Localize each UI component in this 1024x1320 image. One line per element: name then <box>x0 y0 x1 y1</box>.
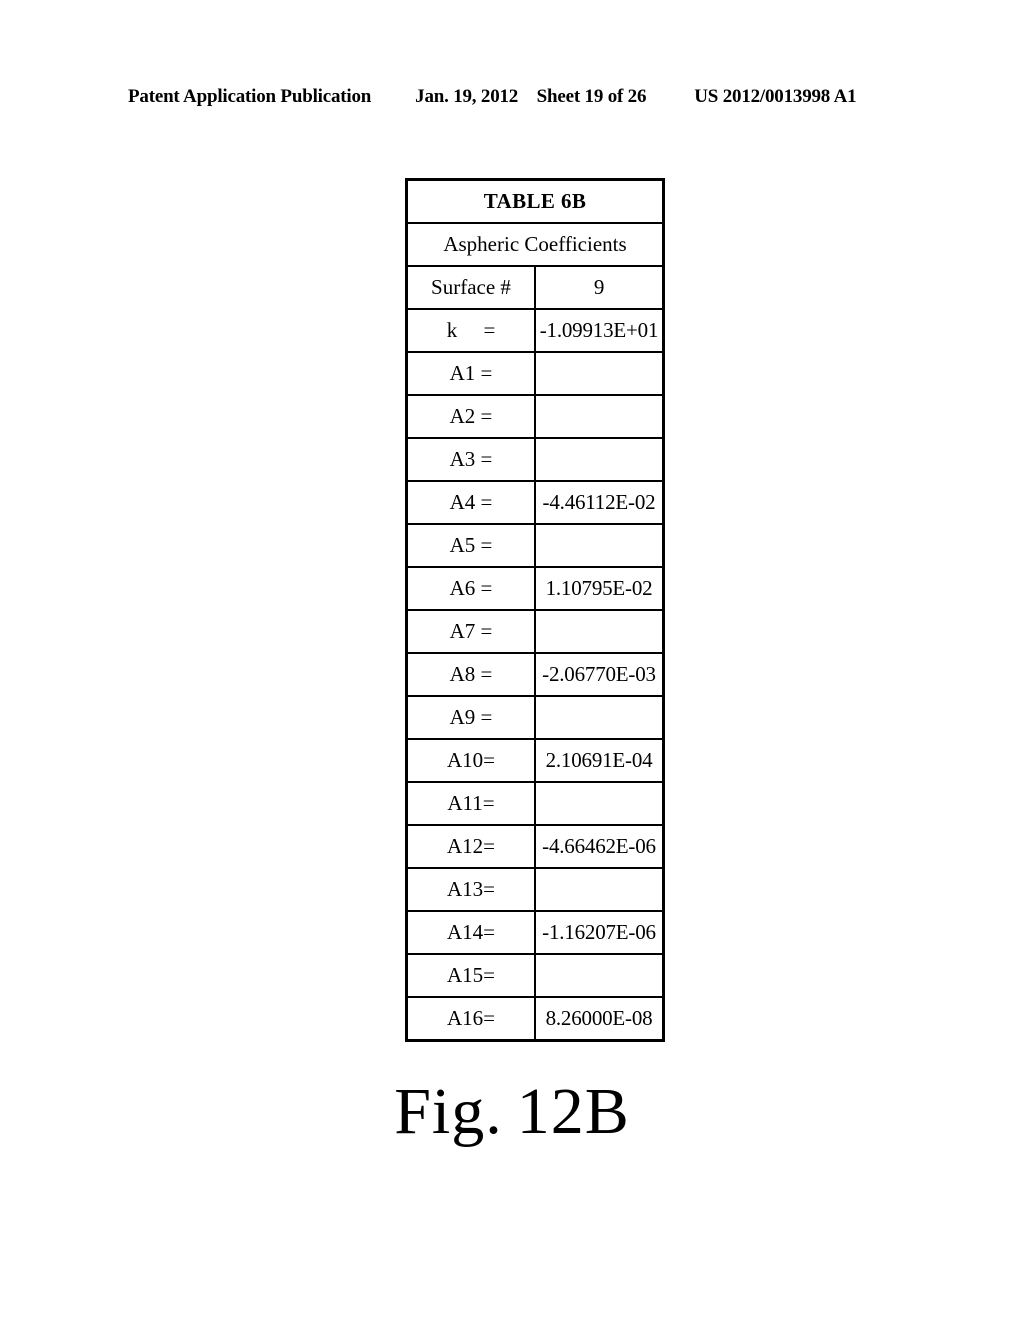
coefficient-value: 2.10691E-04 <box>534 738 665 783</box>
publication-label: Patent Application Publication <box>128 86 372 107</box>
table-6b-container: TABLE 6B Aspheric Coefficients Surface #… <box>405 178 665 1042</box>
coefficient-label: A15= <box>405 953 536 998</box>
coefficient-value <box>534 394 665 439</box>
coefficient-value <box>534 351 665 396</box>
coefficient-label: k = <box>405 308 536 353</box>
table-subtitle-row: Aspheric Coefficients <box>405 222 665 267</box>
table-row: A11= <box>405 781 665 826</box>
table-row: A15= <box>405 953 665 998</box>
surface-header-row: Surface # 9 <box>405 265 665 310</box>
coefficient-label: A14= <box>405 910 536 955</box>
table-title: TABLE 6B <box>405 178 665 224</box>
coefficient-value <box>534 523 665 568</box>
coefficient-label: A6 = <box>405 566 536 611</box>
coefficient-label: A7 = <box>405 609 536 654</box>
coefficient-value: -1.16207E-06 <box>534 910 665 955</box>
coefficient-label: A16= <box>405 996 536 1042</box>
coefficient-value: 1.10795E-02 <box>534 566 665 611</box>
coefficient-value: -1.09913E+01 <box>534 308 665 353</box>
coefficient-value <box>534 781 665 826</box>
coefficient-value: 8.26000E-08 <box>534 996 665 1042</box>
coefficient-label: A12= <box>405 824 536 869</box>
coefficient-label: A2 = <box>405 394 536 439</box>
coefficient-label: A13= <box>405 867 536 912</box>
coefficient-label: A9 = <box>405 695 536 740</box>
coefficient-value <box>534 953 665 998</box>
coefficient-label: A4 = <box>405 480 536 525</box>
coefficient-value: -4.66462E-06 <box>534 824 665 869</box>
publication-date-sheet: Jan. 19, 2012 Sheet 19 of 26 <box>415 86 646 108</box>
table-body: TABLE 6B Aspheric Coefficients Surface #… <box>405 178 665 1042</box>
table-row: A1 = <box>405 351 665 396</box>
table-row: A5 = <box>405 523 665 568</box>
publication-date: Jan. 19, 2012 <box>415 86 519 107</box>
surface-value: 9 <box>534 265 665 310</box>
aspheric-coefficients-table: TABLE 6B Aspheric Coefficients Surface #… <box>405 178 665 1042</box>
coefficient-label: A8 = <box>405 652 536 697</box>
coefficient-value <box>534 695 665 740</box>
figure-prefix: Fig. <box>394 1075 503 1148</box>
table-row: k = -1.09913E+01 <box>405 308 665 353</box>
figure-number: 12B <box>516 1075 630 1148</box>
coefficient-value <box>534 867 665 912</box>
coefficient-value: -2.06770E-03 <box>534 652 665 697</box>
patent-number: US 2012/0013998 A1 <box>694 86 857 107</box>
table-row: A2 = <box>405 394 665 439</box>
page-running-head: Patent Application Publication Jan. 19, … <box>128 86 896 112</box>
coefficient-label: A3 = <box>405 437 536 482</box>
sheet-number: Sheet 19 of 26 <box>536 86 647 107</box>
table-row: A8 = -2.06770E-03 <box>405 652 665 697</box>
table-row: A14= -1.16207E-06 <box>405 910 665 955</box>
coefficient-label: A1 = <box>405 351 536 396</box>
table-title-row: TABLE 6B <box>405 178 665 224</box>
coefficient-label: A11= <box>405 781 536 826</box>
table-row: A6 = 1.10795E-02 <box>405 566 665 611</box>
figure-caption: Fig. 12B <box>0 1074 1024 1150</box>
table-row: A4 = -4.46112E-02 <box>405 480 665 525</box>
table-row: A10= 2.10691E-04 <box>405 738 665 783</box>
coefficient-label: A5 = <box>405 523 536 568</box>
coefficient-value <box>534 609 665 654</box>
table-row: A9 = <box>405 695 665 740</box>
surface-label: Surface # <box>405 265 536 310</box>
table-row: A16= 8.26000E-08 <box>405 996 665 1042</box>
coefficient-label: A10= <box>405 738 536 783</box>
table-row: A7 = <box>405 609 665 654</box>
table-row: A3 = <box>405 437 665 482</box>
coefficient-value: -4.46112E-02 <box>534 480 665 525</box>
table-subtitle: Aspheric Coefficients <box>405 222 665 267</box>
table-row: A12= -4.66462E-06 <box>405 824 665 869</box>
table-row: A13= <box>405 867 665 912</box>
coefficient-value <box>534 437 665 482</box>
